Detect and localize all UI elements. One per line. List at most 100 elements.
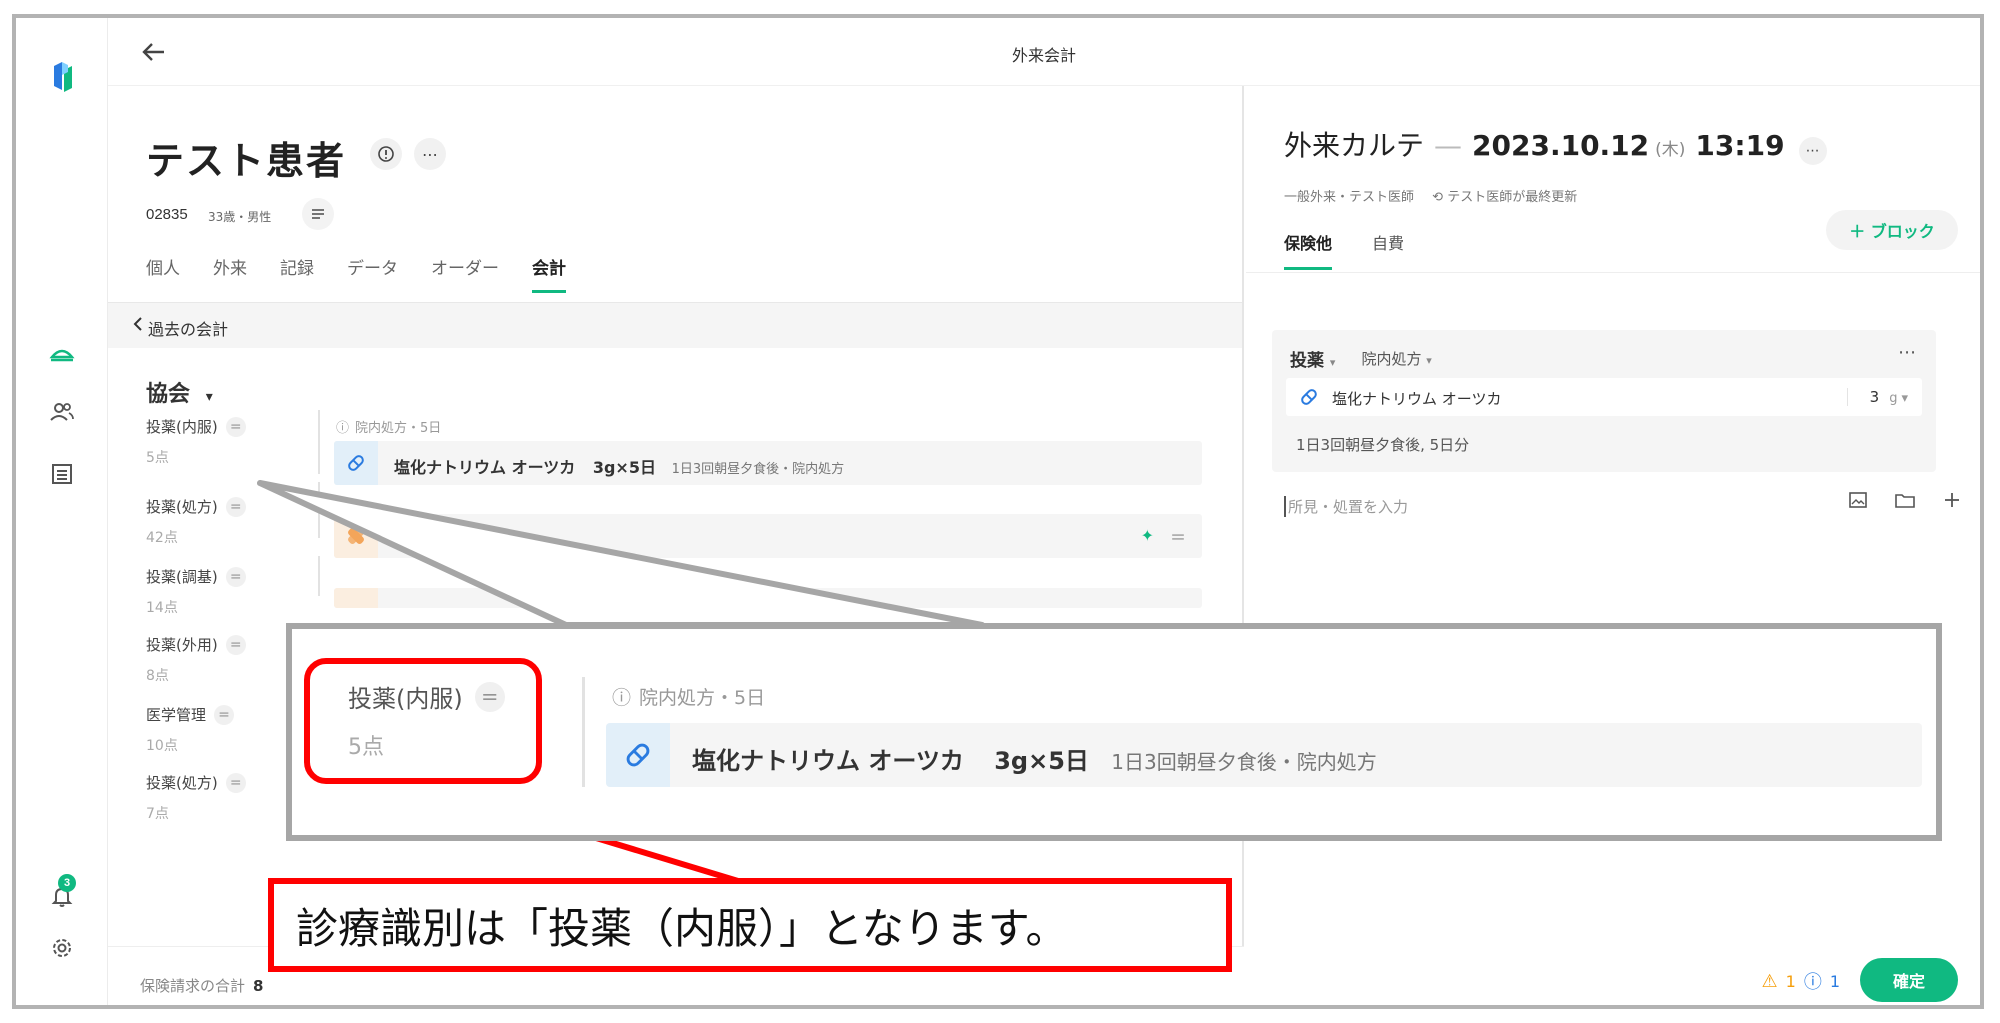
findings-input[interactable]: 所見・処置を入力 <box>1284 496 1408 517</box>
order-subtype-select[interactable]: 院内処方 ▾ <box>1361 348 1431 369</box>
order-more-icon[interactable]: ⋯ <box>1898 342 1916 363</box>
category-label: 投薬(調基) <box>146 568 218 586</box>
image-icon[interactable] <box>1848 490 1868 514</box>
medication-dose: 3g×5日 <box>592 458 656 477</box>
add-block-button[interactable]: ＋ ブロック <box>1826 210 1958 250</box>
karte-time: 13:19 <box>1695 129 1785 162</box>
medication-row[interactable]: 塩化ナトリウム オーツカ 3g×5日 1日3回朝昼夕食後・院内処方 <box>334 441 1202 485</box>
karte-day: (木) <box>1655 140 1686 160</box>
equals-icon[interactable]: ＝ <box>225 496 246 517</box>
caret-down-icon: ▾ <box>205 389 213 405</box>
page-title: 外来会計 <box>1011 48 1076 65</box>
billing-total-value: 8 <box>253 977 264 995</box>
patient-meta: 33歳・男性 <box>208 210 272 224</box>
medication-row[interactable] <box>334 588 1202 608</box>
tab-personal[interactable]: 個人 <box>146 254 180 293</box>
patients-icon[interactable] <box>46 396 78 428</box>
medication-detail: 1日3回朝昼夕食後・院内処方 <box>671 462 845 477</box>
category-item: 医学管理 ＝ 10点 <box>146 704 235 755</box>
divider <box>1246 272 1980 273</box>
insurer-title[interactable]: 協会 ▾ <box>146 376 213 408</box>
divider <box>318 482 320 538</box>
order-usage: 1日3回朝昼夕食後, 5日分 <box>1296 436 1470 454</box>
karte-meta-updated: テスト医師が最終更新 <box>1447 190 1578 205</box>
tab-billing[interactable]: 会計 <box>532 254 566 293</box>
order-type-select[interactable]: 投薬 ▾ <box>1290 346 1335 371</box>
list-icon[interactable] <box>46 458 78 490</box>
equals-icon[interactable]: ＝ <box>214 704 235 725</box>
patient-name: テスト患者 <box>146 139 347 183</box>
notification-badge: 3 <box>58 874 76 892</box>
past-billing-bar[interactable]: 過去の会計 <box>108 302 1242 348</box>
logo-icon[interactable] <box>48 56 78 96</box>
order-unit: g <box>1889 391 1898 406</box>
medication-name: 塩化ナトリウム オーツカ <box>394 458 576 477</box>
tab-outpatient[interactable]: 外来 <box>213 254 247 293</box>
order-subtype: 院内処方 <box>1361 350 1422 368</box>
category-label: 投薬(処方) <box>146 498 218 516</box>
equals-icon[interactable]: ＝ <box>1170 524 1186 548</box>
equals-icon[interactable]: ＝ <box>225 566 246 587</box>
divider <box>318 556 320 596</box>
details-icon[interactable] <box>302 198 334 230</box>
karte-title: 外来カルテ <box>1284 129 1425 162</box>
bell-icon[interactable]: 3 <box>46 874 78 912</box>
category-points: 42点 <box>146 530 178 546</box>
billing-total-bar: 保険請求の合計 8 <box>108 946 1244 1005</box>
tab-data[interactable]: データ <box>347 254 398 293</box>
tab-self-pay[interactable]: 自費 <box>1372 230 1404 270</box>
plus-icon[interactable] <box>1942 490 1962 514</box>
tab-records[interactable]: 記録 <box>280 254 314 293</box>
warning-count: 1 <box>1785 971 1796 991</box>
karte-dash: — <box>1434 129 1463 162</box>
category-label: 投薬(処方) <box>146 774 218 792</box>
validation-status[interactable]: ⚠ 1 ⓘ 1 <box>1761 968 1840 994</box>
category-points: 5点 <box>146 450 169 466</box>
more-icon[interactable]: ⋯ <box>414 138 446 170</box>
category-points: 14点 <box>146 600 178 616</box>
prescription-note-text: 院内処方・5日 <box>355 421 442 436</box>
insurer-label: 協会 <box>146 382 191 407</box>
order-qty-field[interactable]: 3 g ▾ <box>1846 388 1908 406</box>
left-rail: 3 <box>16 18 108 1005</box>
patient-id: 02835 <box>146 206 188 223</box>
category-item: 投薬(内服) ＝ 5点 <box>146 416 246 467</box>
category-item: 投薬(外用) ＝ 8点 <box>146 634 246 685</box>
prescription-note: ⓘ 院内処方・5日 <box>336 417 441 436</box>
app-frame: 3 外来会計 テスト患者 ⋯ 02835 33歳・男性 個人 外来 記録 データ… <box>12 14 1984 1009</box>
equals-icon[interactable]: ＝ <box>225 772 246 793</box>
top-bar: 外来会計 <box>108 18 1980 86</box>
confirm-button[interactable]: 確定 <box>1860 958 1958 1002</box>
queue-icon[interactable] <box>46 336 78 368</box>
pill-icon <box>334 441 378 485</box>
folder-icon[interactable] <box>1894 490 1916 514</box>
karte-meta: 一般外来・テスト医師 ⟲ テスト医師が最終更新 <box>1284 186 1577 205</box>
order-drug-row[interactable]: 塩化ナトリウム オーツカ 3 g ▾ <box>1286 378 1922 416</box>
warning-icon: ⚠ <box>1761 970 1778 992</box>
category-item: 投薬(処方) ＝ 42点 <box>146 496 246 547</box>
equals-icon[interactable]: ＝ <box>225 634 246 655</box>
input-tools <box>1848 490 1962 514</box>
karte-pane: 外来カルテ — 2023.10.12 (木) 13:19 ⋯ 一般外来・テスト医… <box>1246 86 1980 1005</box>
billing-total: 保険請求の合計 8 <box>140 975 263 996</box>
sparkle-icon[interactable]: ✦ <box>1141 526 1154 545</box>
karte-date: 2023.10.12 <box>1472 129 1650 162</box>
tab-insurance[interactable]: 保険他 <box>1284 230 1333 270</box>
gear-icon[interactable] <box>46 932 78 964</box>
divider <box>318 410 320 474</box>
pill-icon <box>1298 386 1320 412</box>
bandage-icon <box>334 514 378 558</box>
caret-down-icon: ▾ <box>1426 354 1432 367</box>
medication-row[interactable]: ✦ ＝ <box>334 514 1202 558</box>
equals-icon[interactable]: ＝ <box>225 416 246 437</box>
info-count: 1 <box>1829 971 1840 991</box>
category-label: 投薬(外用) <box>146 636 218 654</box>
info-icon: ⓘ <box>1803 972 1822 993</box>
caret-down-icon: ▾ <box>1901 391 1908 406</box>
alert-icon[interactable] <box>370 138 402 170</box>
order-type: 投薬 <box>1290 351 1324 371</box>
patient-tabs: 個人 外来 記録 データ オーダー 会計 <box>146 254 599 293</box>
tab-orders[interactable]: オーダー <box>431 254 499 293</box>
category-points: 8点 <box>146 668 169 684</box>
karte-more-icon[interactable]: ⋯ <box>1798 137 1827 165</box>
